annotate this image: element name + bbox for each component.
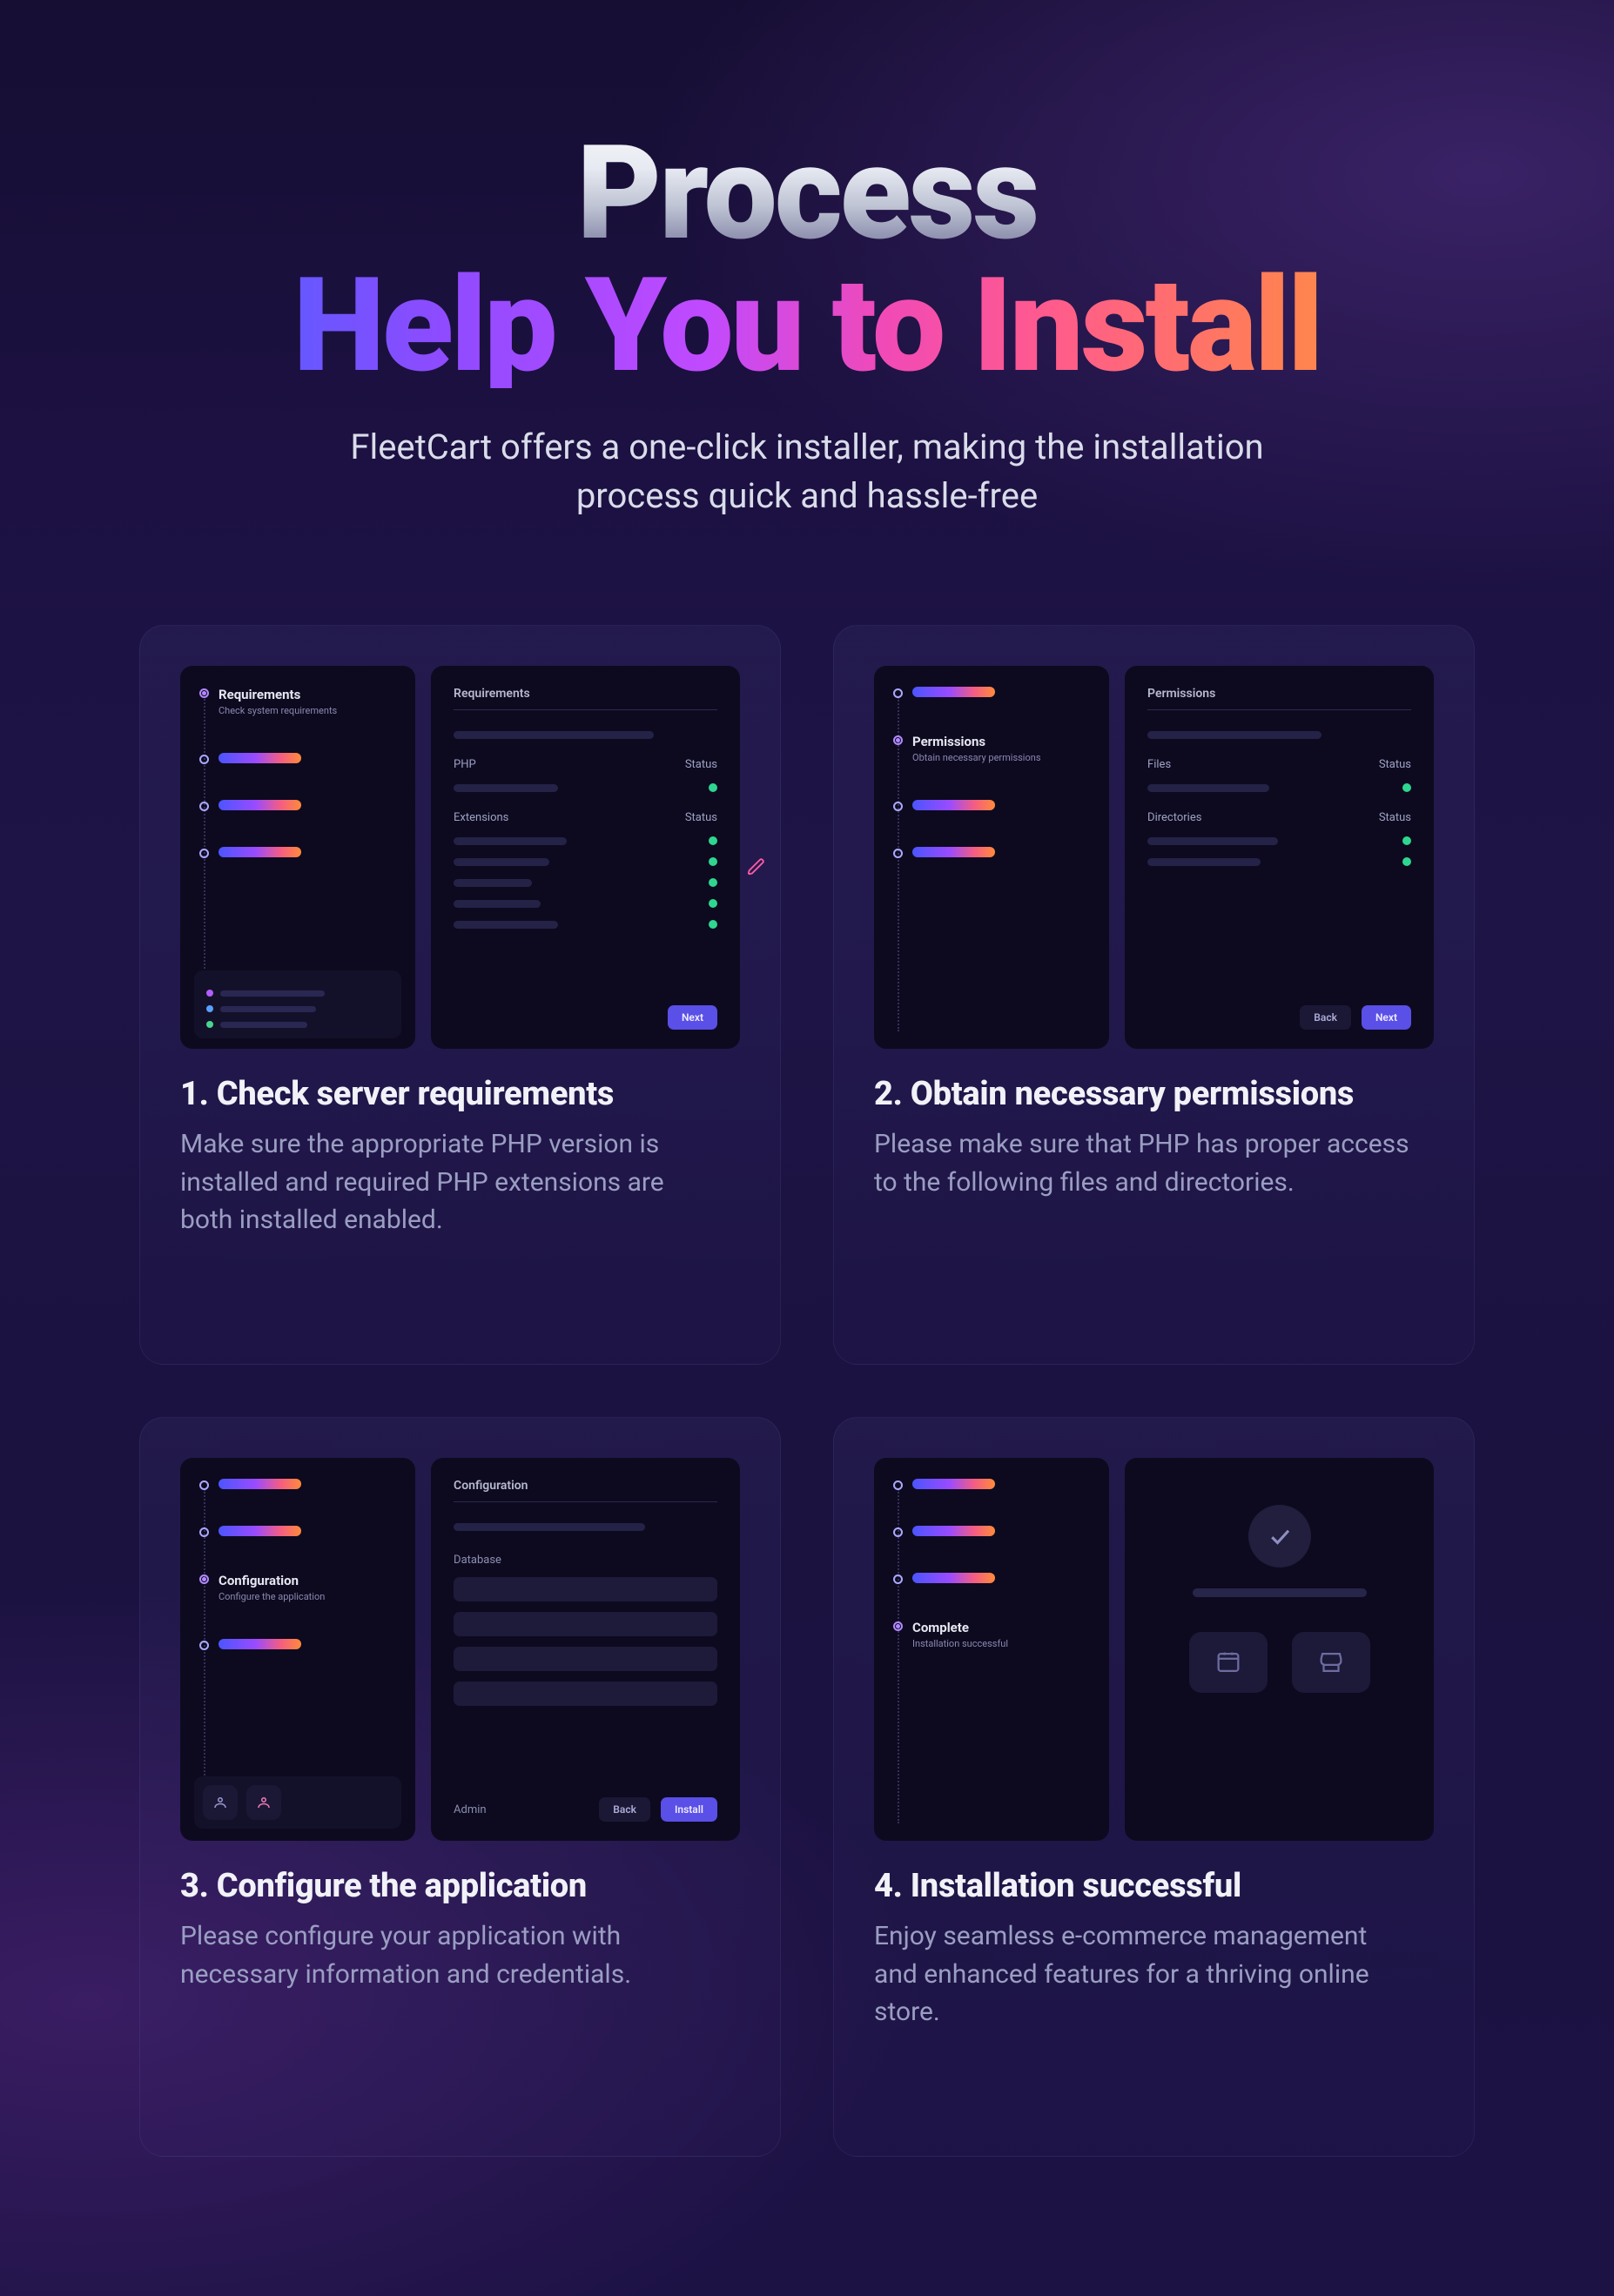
step2-next-button: Next xyxy=(1362,1005,1411,1030)
step2-sidebar-active-sub: Obtain necessary permissions xyxy=(912,752,1041,763)
user-icon xyxy=(256,1795,272,1810)
step1-mock: Requirements Check system requirements xyxy=(180,666,740,1049)
steps-grid: Requirements Check system requirements xyxy=(139,625,1475,2157)
step3-db-label: Database xyxy=(454,1554,501,1567)
step1-pane: Requirements PHP Status Extensions Status xyxy=(431,666,740,1049)
step1-desc: Make sure the appropriate PHP version is… xyxy=(180,1125,720,1239)
step3-sidebar-active-title: Configuration xyxy=(219,1573,325,1588)
step4-sidebar-active-title: Complete xyxy=(912,1620,1008,1635)
step3-sidebar-active-sub: Configure the application xyxy=(219,1591,325,1602)
step1-next-button: Next xyxy=(668,1005,717,1030)
step3-install-button: Install xyxy=(661,1797,717,1822)
step2-sidebar: Permissions Obtain necessary permissions xyxy=(874,666,1109,1049)
step-card-1: Requirements Check system requirements xyxy=(139,625,781,1365)
hero-title-line2: Help You to Install xyxy=(154,263,1460,388)
step2-files-label: Files xyxy=(1147,758,1171,771)
step4-sidebar-active-sub: Installation successful xyxy=(912,1638,1008,1649)
store-icon xyxy=(1292,1632,1370,1693)
step4-mock: Complete Installation successful xyxy=(874,1458,1434,1841)
step2-files-status: Status xyxy=(1379,758,1411,771)
step-card-4: Complete Installation successful xyxy=(833,1417,1475,2157)
step2-desc: Please make sure that PHP has proper acc… xyxy=(874,1125,1414,1201)
step2-panel-title: Permissions xyxy=(1147,687,1215,701)
step3-pane: Configuration Database Admin Back Instal… xyxy=(431,1458,740,1841)
step1-php-status: Status xyxy=(685,758,717,771)
step2-pane: Permissions Files Status Directories Statu… xyxy=(1125,666,1434,1049)
hero-title: Process Help You to Install xyxy=(154,131,1460,388)
step2-title: 2. Obtain necessary permissions xyxy=(874,1075,1434,1113)
step3-desc: Please configure your application with n… xyxy=(180,1917,720,1993)
storefront-icon xyxy=(1189,1632,1268,1693)
step1-ext-label: Extensions xyxy=(454,811,508,824)
step1-sidebar-active-title: Requirements xyxy=(219,687,337,702)
step3-admin-label: Admin xyxy=(454,1803,487,1816)
pen-icon xyxy=(747,857,766,876)
check-circle-icon xyxy=(1248,1505,1311,1568)
step4-sidebar: Complete Installation successful xyxy=(874,1458,1109,1841)
step2-back-button: Back xyxy=(1300,1005,1351,1030)
step1-panel-title: Requirements xyxy=(454,687,530,701)
step4-pane xyxy=(1125,1458,1434,1841)
step1-title: 1. Check server requirements xyxy=(180,1075,740,1113)
step2-dir-label: Directories xyxy=(1147,811,1201,824)
step3-sidebar: Configuration Configure the application xyxy=(180,1458,415,1841)
step3-back-button: Back xyxy=(599,1797,650,1822)
step2-sidebar-active-title: Permissions xyxy=(912,734,1041,749)
step-card-2: Permissions Obtain necessary permissions… xyxy=(833,625,1475,1365)
step3-title: 3. Configure the application xyxy=(180,1867,740,1905)
step1-ext-status: Status xyxy=(685,811,717,824)
hero-subtitle: FleetCart offers a one-click installer, … xyxy=(285,423,1329,520)
step2-dir-status: Status xyxy=(1379,811,1411,824)
step3-panel-title: Configuration xyxy=(454,1479,528,1493)
step4-title: 4. Installation successful xyxy=(874,1867,1434,1905)
step2-mock: Permissions Obtain necessary permissions… xyxy=(874,666,1434,1049)
step-card-3: Configuration Configure the application … xyxy=(139,1417,781,2157)
hero-title-line1: Process xyxy=(154,131,1460,256)
step4-desc: Enjoy seamless e-commerce management and… xyxy=(874,1917,1414,2031)
user-icon xyxy=(212,1795,228,1810)
step1-php-label: PHP xyxy=(454,758,476,771)
step3-mock: Configuration Configure the application … xyxy=(180,1458,740,1841)
step1-sidebar-active-sub: Check system requirements xyxy=(219,705,337,716)
step1-sidebar: Requirements Check system requirements xyxy=(180,666,415,1049)
